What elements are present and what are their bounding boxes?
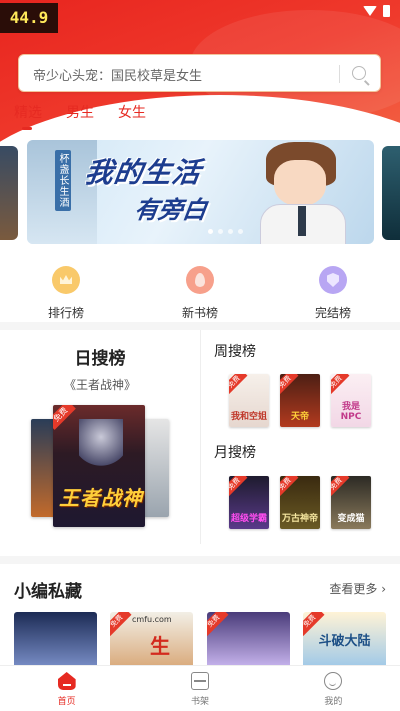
editor-picks-title: 小编私藏: [14, 582, 82, 602]
free-badge: 免费: [331, 374, 350, 396]
free-badge: 免费: [229, 476, 248, 498]
battery-icon: [383, 5, 390, 17]
daily-book-stack[interactable]: 免费 王者战神: [31, 405, 169, 527]
ranking-separator: [200, 330, 201, 544]
editor-pick-book[interactable]: 免费 斗破大陆: [303, 612, 386, 668]
cover-title: 王者战神: [59, 486, 143, 510]
daily-featured-book[interactable]: 《王者战神》: [0, 376, 200, 393]
pagination-dot[interactable]: [218, 229, 223, 234]
editor-pick-book[interactable]: [14, 612, 97, 668]
nav-bookshelf[interactable]: 书架: [133, 666, 266, 711]
weekly-book-cover[interactable]: 免费 我和空姐: [229, 374, 269, 427]
cover-title: 我是NPC: [340, 402, 362, 422]
category-tabs: 精选 男生 女生: [14, 102, 146, 130]
weekly-ranking-title[interactable]: 周搜榜: [214, 341, 256, 361]
cover-title: 生: [150, 634, 170, 658]
status-icons: [363, 5, 390, 17]
search-bar[interactable]: 帝少心头宠：国民校草是女生: [18, 54, 381, 92]
free-badge: 免费: [229, 374, 248, 396]
free-badge: 免费: [53, 405, 76, 430]
character-face: [274, 160, 326, 206]
search-icon[interactable]: [352, 66, 366, 80]
bottom-navigation: 首页 书架 我的: [0, 665, 400, 711]
banner-prev-slide[interactable]: [0, 146, 18, 240]
search-input[interactable]: 帝少心头宠：国民校草是女生: [33, 65, 202, 84]
wifi-icon: [363, 6, 377, 16]
weekly-book-cover[interactable]: 免费 我是NPC: [331, 374, 371, 427]
quick-menu-completed[interactable]: 完结榜: [278, 266, 388, 321]
tab-female[interactable]: 女生: [118, 102, 146, 130]
cover-title: 斗破大陆: [318, 634, 371, 649]
cover-title: 我和空姐: [231, 412, 268, 422]
crown-icon: [52, 266, 80, 294]
pagination-dot[interactable]: [228, 229, 233, 234]
monthly-book-cover[interactable]: 免费 变成猫: [331, 476, 371, 529]
monthly-ranking-title[interactable]: 月搜榜: [214, 442, 256, 462]
pagination-dot[interactable]: [238, 229, 243, 234]
shield-check-icon: [319, 266, 347, 294]
view-more-link[interactable]: 查看更多 ›: [329, 580, 386, 597]
quick-menu-label: 排行榜: [47, 306, 84, 320]
monthly-book-cover[interactable]: 免费 万古神帝: [280, 476, 320, 529]
bookshelf-icon: [190, 672, 209, 690]
section-divider: [0, 322, 400, 330]
fps-counter: 44.9: [0, 3, 58, 33]
free-badge: 免费: [280, 476, 299, 498]
editor-pick-book[interactable]: 免费 cmfu.com 生: [110, 612, 193, 668]
search-divider: [339, 65, 340, 83]
flame-icon: [186, 266, 214, 294]
quick-menu-label: 新书榜: [181, 306, 218, 320]
weekly-book-cover[interactable]: 免费 天帝: [280, 374, 320, 427]
banner-next-slide[interactable]: [382, 146, 400, 240]
daily-ranking-title[interactable]: 日搜榜: [0, 344, 200, 369]
section-divider: [0, 556, 400, 564]
cover-site: cmfu.com: [132, 615, 172, 624]
view-more-label: 查看更多: [329, 582, 378, 596]
nav-label: 我的: [324, 697, 343, 707]
editor-pick-book[interactable]: 免费: [207, 612, 290, 668]
cover-title: 万古神帝: [282, 514, 319, 524]
free-badge: 免费: [110, 612, 132, 636]
quick-menu-new-books[interactable]: 新书榜: [145, 266, 255, 321]
quick-menu-ranking[interactable]: 排行榜: [11, 266, 121, 321]
nav-label: 首页: [57, 697, 76, 707]
character-tie: [298, 206, 306, 236]
cover-figure: [79, 419, 123, 479]
banner-subtitle: 有旁白: [132, 196, 209, 224]
pagination-dot[interactable]: [208, 229, 213, 234]
cover-title: 超级学霸: [231, 514, 268, 524]
free-badge: 免费: [331, 476, 350, 498]
status-bar: 44.9: [0, 0, 400, 33]
nav-profile[interactable]: 我的: [267, 666, 400, 711]
quick-menu-label: 完结榜: [314, 306, 351, 320]
home-icon: [57, 672, 76, 690]
chevron-right-icon: ›: [381, 582, 386, 596]
banner-pagination: [208, 229, 243, 234]
banner-character-illustration: [252, 142, 348, 244]
tab-male[interactable]: 男生: [66, 102, 94, 130]
banner-title: 我的生活: [82, 156, 204, 189]
featured-book-cover[interactable]: 免费 王者战神: [53, 405, 145, 527]
free-badge: 免费: [280, 374, 299, 396]
banner-vertical-text: 杯盏长生酒: [55, 150, 71, 211]
nav-label: 书架: [190, 697, 209, 707]
nav-home[interactable]: 首页: [0, 666, 133, 711]
tab-featured[interactable]: 精选: [14, 102, 42, 130]
cover-title: 变成猫: [337, 514, 365, 524]
monthly-book-cover[interactable]: 免费 超级学霸: [229, 476, 269, 529]
banner-slide[interactable]: 杯盏长生酒 我的生活 有旁白: [27, 140, 374, 244]
cover-title: 天帝: [290, 412, 309, 422]
free-badge: 免费: [207, 612, 229, 636]
profile-icon: [324, 672, 343, 690]
